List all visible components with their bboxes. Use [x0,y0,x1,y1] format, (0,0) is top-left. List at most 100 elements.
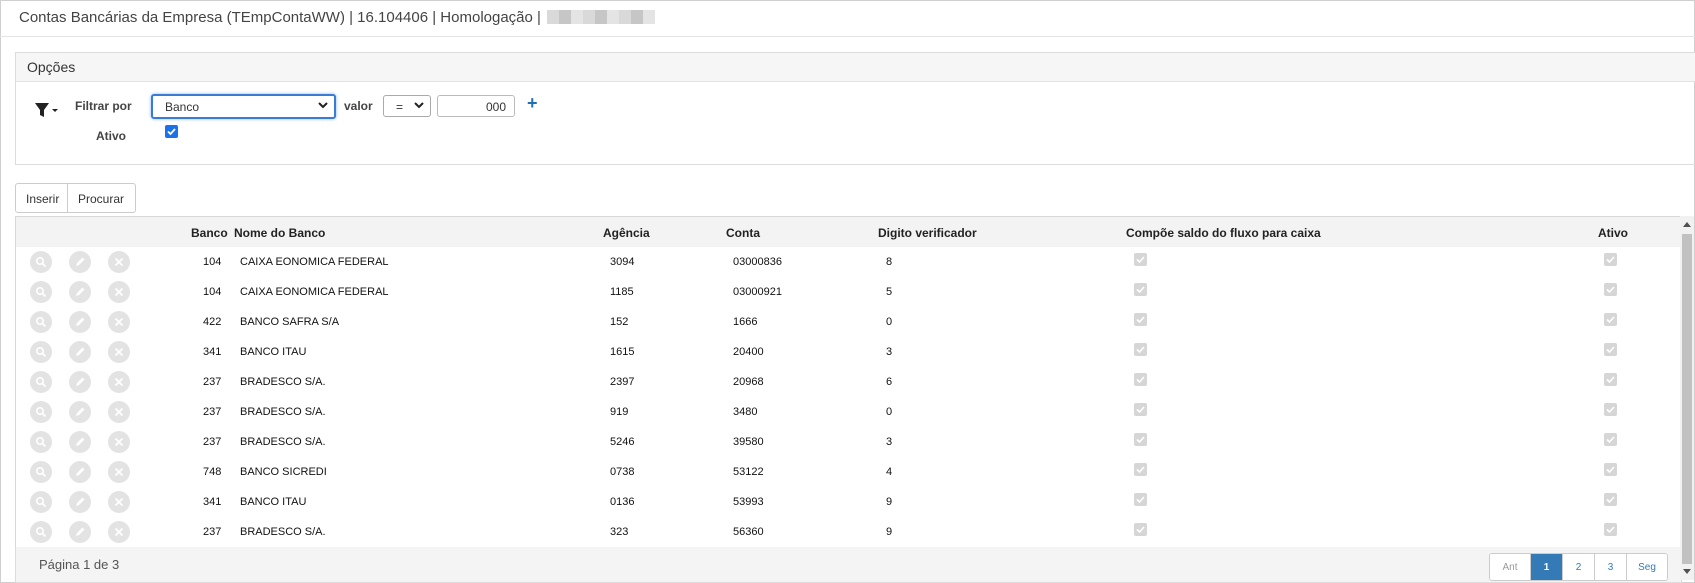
edit-button[interactable] [69,461,91,483]
filter-field-select[interactable]: Banco [151,94,336,119]
delete-button[interactable] [108,431,130,453]
view-button[interactable] [30,341,52,363]
cell-conta: 3480 [733,406,758,418]
page-2-button[interactable]: 2 [1562,554,1594,580]
cell-agencia: 1615 [610,346,635,358]
col-agencia[interactable]: Agência [603,226,650,240]
prev-page-button[interactable]: Ant [1490,554,1530,580]
view-button[interactable] [30,461,52,483]
delete-button[interactable] [108,491,130,513]
ativo-checkbox [1604,433,1617,446]
edit-button[interactable] [69,371,91,393]
edit-button[interactable] [69,251,91,273]
page-1-button[interactable]: 1 [1530,554,1562,580]
delete-button[interactable] [108,371,130,393]
view-button[interactable] [30,371,52,393]
compoe-saldo-checkbox [1134,403,1147,416]
filter-icon[interactable] [34,101,60,119]
cell-banco: 422 [203,316,222,328]
cell-conta: 1666 [733,316,758,328]
edit-button[interactable] [69,311,91,333]
edit-button[interactable] [69,401,91,423]
col-digito[interactable]: Digito verificador [878,226,977,240]
cell-digito: 6 [886,376,893,388]
ativo-checkbox [1604,283,1617,296]
cell-nome-banco: BRADESCO S/A. [240,406,326,418]
table-row[interactable]: 237 BRADESCO S/A. 919 3480 0 [16,397,1681,428]
cell-digito: 0 [886,316,893,328]
cell-agencia: 152 [610,316,629,328]
col-banco[interactable]: Banco [191,226,228,240]
view-button[interactable] [30,521,52,543]
pager: Ant 1 2 3 Seg [1489,553,1668,581]
cell-nome-banco: BRADESCO S/A. [240,376,326,388]
ativo-checkbox [1604,343,1617,356]
view-button[interactable] [30,281,52,303]
vertical-scrollbar[interactable] [1680,216,1694,580]
delete-button[interactable] [108,521,130,543]
view-button[interactable] [30,401,52,423]
table-row[interactable]: 341 BANCO ITAU 0136 53993 9 [16,487,1681,518]
edit-button[interactable] [69,431,91,453]
edit-button[interactable] [69,341,91,363]
table-row[interactable]: 748 BANCO SICREDI 0738 53122 4 [16,457,1681,488]
col-compoe-saldo[interactable]: Compõe saldo do fluxo para caixa [1126,226,1321,240]
view-button[interactable] [30,491,52,513]
compoe-saldo-checkbox [1134,373,1147,386]
delete-button[interactable] [108,401,130,423]
cell-agencia: 0136 [610,496,635,508]
cell-nome-banco: BRADESCO S/A. [240,436,326,448]
scroll-thumb[interactable] [1682,234,1692,564]
grid-header: Banco Nome do Banco Agência Conta Digito… [16,217,1681,248]
table-row[interactable]: 237 BRADESCO S/A. 323 56360 9 [16,517,1681,548]
edit-button[interactable] [69,491,91,513]
delete-button[interactable] [108,461,130,483]
insert-button[interactable]: Inserir [15,183,68,213]
view-button[interactable] [30,251,52,273]
active-checkbox[interactable] [165,125,178,138]
pagination-bar: Página 1 de 3 Ant 1 2 3 Seg [15,547,1682,583]
cell-banco: 104 [203,256,222,268]
cell-agencia: 1185 [610,286,634,298]
edit-button[interactable] [69,521,91,543]
cell-conta: 20400 [733,346,764,358]
chevron-down-icon [318,102,328,109]
ativo-checkbox [1604,523,1617,536]
col-nome-banco[interactable]: Nome do Banco [234,226,325,240]
table-row[interactable]: 237 BRADESCO S/A. 2397 20968 6 [16,367,1681,398]
cell-banco: 237 [203,436,222,448]
search-button[interactable]: Procurar [67,183,136,213]
cell-digito: 9 [886,496,893,508]
redacted-environment [546,10,655,24]
table-row[interactable]: 237 BRADESCO S/A. 5246 39580 3 [16,427,1681,458]
table-row[interactable]: 341 BANCO ITAU 1615 20400 3 [16,337,1681,368]
cell-nome-banco: BANCO SICREDI [240,466,327,478]
compoe-saldo-checkbox [1134,463,1147,476]
table-row[interactable]: 104 CAIXA EONOMICA FEDERAL 1185 03000921 5 [16,277,1681,308]
add-filter-plus-icon[interactable]: + [527,93,538,114]
delete-button[interactable] [108,251,130,273]
cell-conta: 39580 [733,436,764,448]
ativo-checkbox [1604,493,1617,506]
operator-select[interactable]: = [383,95,431,117]
delete-button[interactable] [108,311,130,333]
table-row[interactable]: 104 CAIXA EONOMICA FEDERAL 3094 03000836 8 [16,247,1681,278]
delete-button[interactable] [108,281,130,303]
table-row[interactable]: 422 BANCO SAFRA S/A 152 1666 0 [16,307,1681,338]
col-ativo[interactable]: Ativo [1598,226,1628,240]
page-3-button[interactable]: 3 [1594,554,1626,580]
scroll-down-arrow[interactable] [1683,569,1691,574]
cell-digito: 4 [886,466,893,478]
options-panel: Opções Filtrar por Banco valor = 000 + A… [15,52,1695,165]
cell-digito: 3 [886,346,893,358]
edit-button[interactable] [69,281,91,303]
delete-button[interactable] [108,341,130,363]
filter-value-input[interactable]: 000 [437,95,515,117]
next-page-button[interactable]: Seg [1626,554,1667,580]
cell-digito: 5 [886,286,893,298]
view-button[interactable] [30,431,52,453]
col-conta[interactable]: Conta [726,226,760,240]
view-button[interactable] [30,311,52,333]
scroll-up-arrow[interactable] [1683,222,1691,227]
cell-nome-banco: BANCO ITAU [240,346,307,358]
